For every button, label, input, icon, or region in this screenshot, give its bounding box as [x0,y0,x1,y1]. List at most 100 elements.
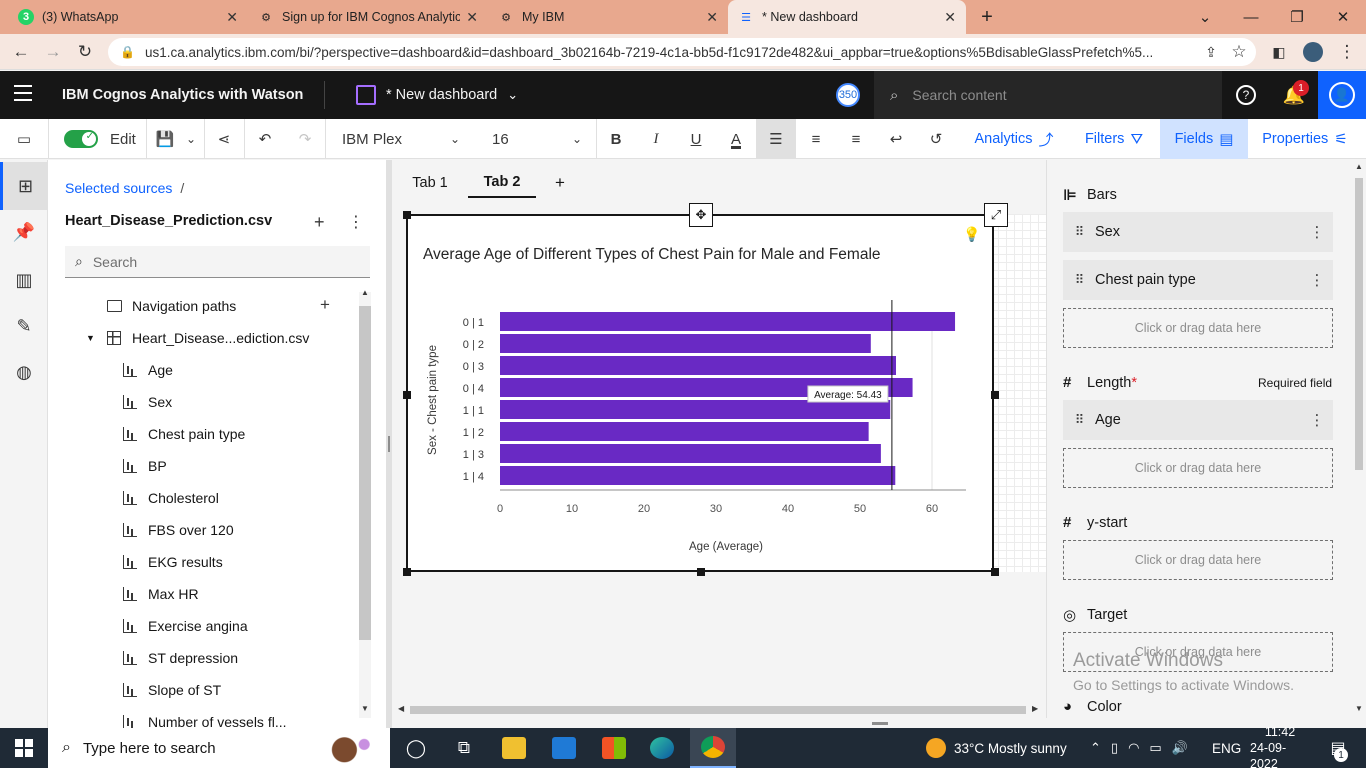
save-chevron-down-icon[interactable]: ⌄ [180,119,202,159]
scroll-right-icon[interactable]: ▶ [1032,704,1038,713]
browser-tab-myibm[interactable]: ⚙ My IBM ✕ [488,0,728,34]
breadcrumb[interactable]: Selected sources / [65,180,184,196]
align-right-icon[interactable]: ≡ [836,119,876,159]
canvas-h-scrollbar[interactable]: ◀ ▶ [398,704,1038,716]
align-center-icon[interactable]: ≡ [796,119,836,159]
scrollbar-thumb[interactable] [359,306,371,640]
close-tab-icon[interactable]: ✕ [226,9,238,26]
add-tab-button[interactable]: + [550,168,570,198]
file-explorer-icon[interactable] [494,728,534,768]
wrap-text-icon[interactable]: ↩ [876,119,916,159]
field-item[interactable]: BP [122,450,167,482]
assistant-icon[interactable]: ◍ [0,348,48,396]
comment-icon[interactable]: ▭ [0,119,48,159]
reload-icon[interactable]: ↻ [70,37,100,67]
field-item[interactable]: Slope of ST [122,674,221,706]
overflow-menu-icon[interactable]: ⋮ [1301,411,1333,429]
share-icon[interactable]: ⇪ [1196,37,1226,67]
sidebar-toggle-icon[interactable]: ◧ [1264,37,1294,67]
tab-1[interactable]: Tab 1 [406,168,454,198]
length-slot-age[interactable]: ⠿ Age ⋮ [1063,400,1333,440]
field-item[interactable]: ST depression [122,642,238,674]
clock[interactable]: 11:42 24-09-2022 [1250,725,1310,768]
bars-drop-zone[interactable]: Click or drag data here [1063,308,1333,348]
close-window-icon[interactable]: ✕ [1320,0,1366,34]
scroll-down-icon[interactable]: ▼ [361,704,369,713]
source-scrollbar[interactable]: ▲ ▼ [359,288,371,718]
tab-search-icon[interactable]: ⌄ [1182,0,1228,34]
drag-handle-icon[interactable]: ⠿ [1063,224,1095,240]
font-size-select[interactable]: 16 ⌄ [478,119,596,159]
analytics-button[interactable]: Analytics ⤴ [962,119,1066,159]
user-menu-button[interactable]: 👤 [1318,71,1366,119]
tab-2[interactable]: Tab 2 [468,168,536,198]
back-icon[interactable]: ← [6,37,36,67]
save-icon[interactable]: 💾 [152,119,178,159]
profile-avatar[interactable] [1298,37,1328,67]
task-view-icon[interactable]: ⧉ [444,728,484,768]
browser-tab-new-dashboard[interactable]: ☰ * New dashboard ✕ [728,0,966,34]
network-icon[interactable]: ▭ [1149,740,1161,756]
add-navigation-path-icon[interactable]: + [320,295,330,315]
field-item[interactable]: Chest pain type [122,418,245,450]
italic-icon[interactable]: I [636,119,676,159]
close-tab-icon[interactable]: ✕ [944,9,956,26]
pin-icon[interactable]: 📌 [0,208,48,256]
hamburger-menu-icon[interactable] [14,85,32,105]
ystart-drop-zone[interactable]: Click or drag data here [1063,540,1333,580]
bold-icon[interactable]: B [596,119,636,159]
windows-start-icon[interactable] [0,728,48,768]
close-tab-icon[interactable]: ✕ [466,9,478,26]
dashboard-title-menu[interactable]: * New dashboard ⌄ [356,71,518,119]
undo-icon[interactable]: ↶ [246,119,284,159]
close-tab-icon[interactable]: ✕ [706,9,718,26]
field-item[interactable]: EKG results [122,546,223,578]
browser-tab-whatsapp[interactable]: 3 (3) WhatsApp ✕ [8,0,248,34]
scroll-left-icon[interactable]: ◀ [398,704,404,713]
taskbar-search-input[interactable]: ⌕ Type here to search [48,728,390,768]
filters-button[interactable]: Filters ⛛ [1070,119,1158,159]
drag-handle-icon[interactable]: ⠿ [1063,412,1095,428]
weather-widget[interactable]: 33°C Mostly sunny [926,728,1067,768]
field-item[interactable]: Max HR [122,578,199,610]
fields-scrollbar[interactable]: ▲ ▼ [1352,160,1366,718]
chevron-up-icon[interactable]: ⌃ [1090,740,1101,756]
breadcrumb-link[interactable]: Selected sources [65,180,172,196]
add-source-icon[interactable]: + [314,212,325,233]
browser-menu-icon[interactable]: ⋮ [1332,37,1362,67]
font-family-select[interactable]: IBM Plex ⌄ [326,119,476,159]
redo-icon[interactable]: ↷ [286,119,324,159]
field-item[interactable]: Cholesterol [122,482,219,514]
forward-icon[interactable]: → [38,37,68,67]
bars-slot-sex[interactable]: ⠿ Sex ⋮ [1063,212,1333,252]
source-search-input[interactable]: ⌕ Search [65,246,370,278]
widgets-icon[interactable]: ✎ [0,302,48,350]
bars-slot-chest-pain-type[interactable]: ⠿ Chest pain type ⋮ [1063,260,1333,300]
share-icon[interactable]: ⋖ [204,119,244,159]
edge-icon[interactable] [642,728,682,768]
volume-icon[interactable]: 🔊 [1172,740,1188,756]
chrome-icon[interactable] [690,728,736,768]
mail-icon[interactable] [544,728,584,768]
scroll-down-icon[interactable]: ▼ [1355,704,1363,713]
fields-button[interactable]: Fields ▤ [1160,119,1248,159]
new-tab-button[interactable]: + [964,0,1010,34]
field-item[interactable]: Sex [122,386,172,418]
overflow-menu-icon[interactable]: ⋮ [1301,223,1333,241]
url-input[interactable]: 🔒 us1.ca.analytics.ibm.com/bi/?perspecti… [108,38,1256,66]
drag-handle-icon[interactable]: ⠿ [1063,272,1095,288]
navigation-paths-item[interactable]: Navigation paths [106,290,236,322]
field-item[interactable]: FBS over 120 [122,514,234,546]
wifi-icon[interactable]: ◠ [1128,740,1139,756]
store-icon[interactable] [594,728,634,768]
language-indicator[interactable]: ENG [1212,728,1241,768]
restore-icon[interactable]: ❐ [1274,0,1320,34]
resize-grip[interactable] [872,722,888,725]
scroll-up-icon[interactable]: ▲ [1355,162,1363,171]
minimize-icon[interactable]: — [1228,0,1274,34]
length-drop-zone[interactable]: Click or drag data here [1063,448,1333,488]
counter-badge[interactable]: 350 [836,83,860,107]
scrollbar-thumb[interactable] [410,706,1026,714]
browser-tab-signup[interactable]: ⚙ Sign up for IBM Cognos Analytic ✕ [248,0,488,34]
edit-toggle[interactable]: ✓ Edit [64,119,144,159]
